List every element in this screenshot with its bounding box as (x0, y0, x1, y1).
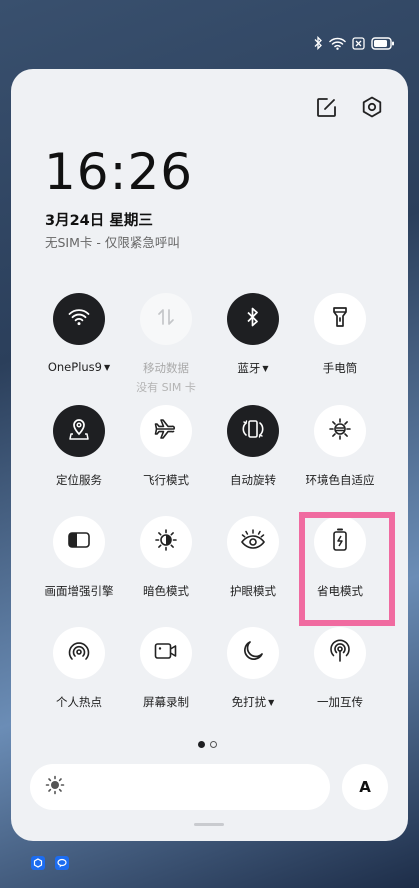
page-dot[interactable] (210, 741, 217, 748)
screen-record-icon (154, 642, 178, 664)
drag-handle[interactable] (194, 823, 224, 826)
flashlight-icon (332, 306, 348, 332)
tile-label: 蓝牙 ▼ (237, 361, 269, 375)
wifi-icon (68, 308, 90, 330)
screen-enhance-icon (68, 531, 90, 553)
chat-notification-icon[interactable] (55, 856, 69, 870)
mobile-data-tile-button[interactable] (140, 293, 192, 345)
sim-status: 无SIM卡 - 仅限紧急呼叫 (45, 235, 180, 250)
wifi-tile-button[interactable] (53, 293, 105, 345)
tile-label: OnePlus9 ▼ (47, 360, 111, 374)
tile-label: 屏幕录制 (143, 695, 189, 709)
ambient-light-icon (328, 417, 352, 445)
tile-label: 画面增强引擎 (44, 584, 114, 598)
hotspot-icon (67, 640, 91, 666)
eye-comfort-tile-button[interactable] (227, 516, 279, 568)
tile-label: 护眼模式 (230, 584, 276, 598)
settings-icon[interactable] (360, 95, 384, 119)
tile-sub-label: 没有 SIM 卡 (136, 381, 196, 394)
quick-settings-panel: 16:26 3月24日 星期三 无SIM卡 - 仅限紧急呼叫 OnePlus9 ▼… (11, 69, 408, 841)
status-bar (313, 36, 395, 50)
tile-label: 定位服务 (56, 473, 102, 487)
do-not-disturb-tile-button[interactable] (227, 627, 279, 679)
location-tile-button[interactable] (53, 405, 105, 457)
airplane-tile-button[interactable] (140, 405, 192, 457)
tile-label: 一加互传 (317, 695, 363, 709)
wifi-icon (329, 37, 346, 50)
tile-label: 个人热点 (56, 695, 102, 709)
tile-mobile-data[interactable]: 移动数据 没有 SIM 卡 (118, 293, 214, 395)
hotspot-tile-button[interactable] (53, 627, 105, 679)
screen-record-tile-button[interactable] (140, 627, 192, 679)
app-notification-icon[interactable] (31, 856, 45, 870)
flashlight-tile-button[interactable] (314, 293, 366, 345)
tile-location[interactable]: 定位服务 (31, 405, 127, 488)
tile-ambient-display[interactable]: 环境色自适应 (292, 405, 388, 488)
auto-brightness-button[interactable]: A (342, 764, 388, 810)
battery-icon (371, 36, 395, 50)
share-signal-icon (328, 639, 352, 667)
tile-dark-mode[interactable]: 暗色模式 (118, 516, 214, 599)
chevron-down-icon[interactable]: ▼ (268, 698, 274, 707)
chevron-down-icon[interactable]: ▼ (104, 363, 110, 372)
tile-label: 自动旋转 (230, 473, 276, 487)
auto-rotate-tile-button[interactable] (227, 405, 279, 457)
sim-off-icon (352, 36, 365, 50)
tile-airplane[interactable]: 飞行模式 (118, 405, 214, 488)
brightness-slider[interactable] (30, 764, 330, 810)
tile-screen-record[interactable]: 屏幕录制 (118, 627, 214, 710)
mobile-data-icon (156, 307, 176, 331)
dark-mode-tile-button[interactable] (140, 516, 192, 568)
tile-screen-enhance[interactable]: 画面增强引擎 (31, 516, 127, 599)
chevron-down-icon[interactable]: ▼ (262, 364, 268, 373)
tile-hotspot[interactable]: 个人热点 (31, 627, 127, 710)
location-icon (69, 418, 89, 444)
clock-time[interactable]: 16:26 (44, 143, 193, 201)
tile-auto-rotate[interactable]: 自动旋转 (205, 405, 301, 488)
panel-header-actions (314, 95, 384, 119)
tile-flashlight[interactable]: 手电筒 (292, 293, 388, 376)
tile-oneplus-share[interactable]: 一加互传 (292, 627, 388, 710)
highlight-box (299, 512, 395, 626)
airplane-icon (154, 419, 178, 443)
tile-do-not-disturb[interactable]: 免打扰 ▼ (205, 627, 301, 710)
page-indicator (198, 741, 217, 748)
bluetooth-icon (246, 307, 260, 331)
tile-label: 免打扰 ▼ (231, 695, 275, 709)
bluetooth-tile-button[interactable] (227, 293, 279, 345)
auto-rotate-icon (241, 418, 265, 444)
tile-label: 环境色自适应 (305, 473, 375, 487)
clock-date[interactable]: 3月24日 星期三 (45, 209, 153, 230)
sun-icon (45, 775, 65, 799)
tile-label: 手电筒 (322, 361, 358, 375)
eye-icon (240, 529, 266, 555)
moon-icon (242, 640, 264, 666)
tile-bluetooth[interactable]: 蓝牙 ▼ (205, 293, 301, 376)
edit-icon[interactable] (314, 95, 338, 119)
tile-label: 暗色模式 (143, 584, 189, 598)
ambient-display-tile-button[interactable] (314, 405, 366, 457)
bluetooth-icon (313, 36, 323, 50)
tile-label: 移动数据 (143, 361, 189, 375)
dark-mode-icon (154, 528, 178, 556)
screen-enhance-tile-button[interactable] (53, 516, 105, 568)
oneplus-share-tile-button[interactable] (314, 627, 366, 679)
tile-wifi[interactable]: OnePlus9 ▼ (31, 293, 127, 374)
page-dot-active[interactable] (198, 741, 205, 748)
tile-label: 飞行模式 (143, 473, 189, 487)
notification-icons (31, 856, 69, 870)
tile-eye-comfort[interactable]: 护眼模式 (205, 516, 301, 599)
